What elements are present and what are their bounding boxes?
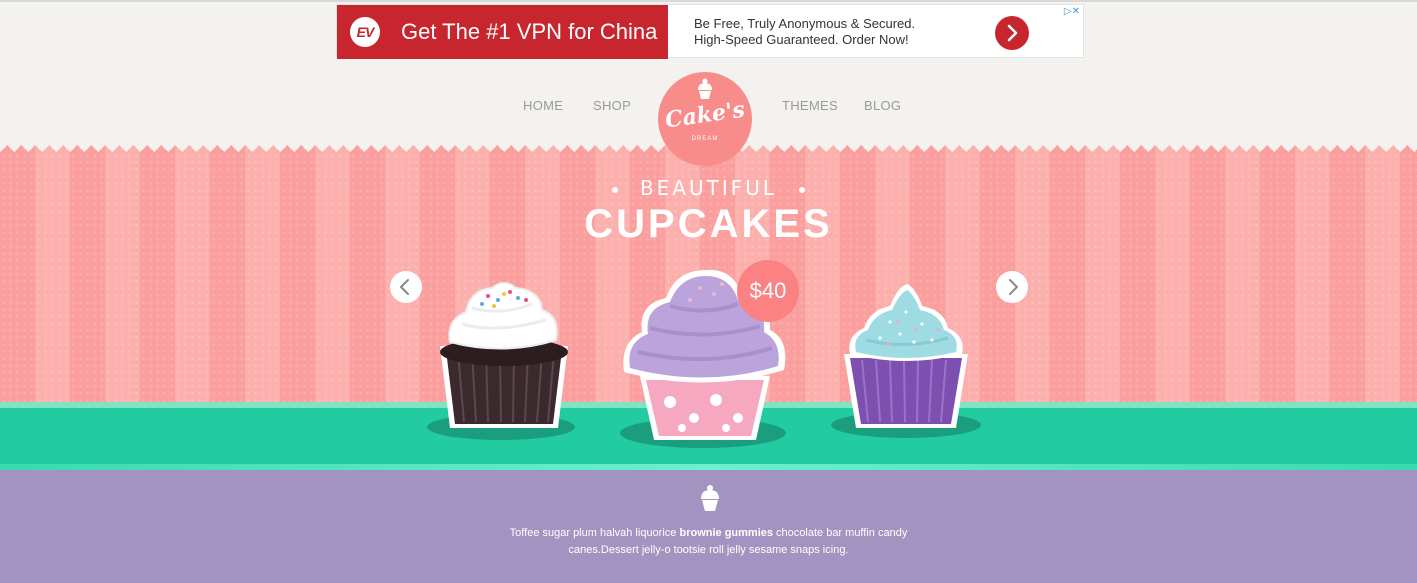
chevron-right-icon (1007, 24, 1018, 42)
chocolate-cupcake-image[interactable] (436, 280, 572, 432)
logo-tagline: DREAM (691, 136, 719, 142)
about-text-start: Toffee sugar plum halvah liquorice (509, 527, 680, 539)
ad-headline[interactable]: Get The #1 VPN for China (401, 19, 657, 45)
nav-home[interactable]: HOME (523, 98, 563, 113)
expressvpn-logo-icon: EV (350, 17, 380, 47)
logo-cupcake-icon (698, 78, 712, 99)
chevron-right-icon (1009, 279, 1018, 295)
ad-copy[interactable]: Be Free, Truly Anonymous & Secured. High… (694, 16, 915, 48)
about-text: Toffee sugar plum halvah liquorice brown… (490, 525, 927, 559)
page-top-border (0, 0, 1417, 2)
hero-title: CUPCAKES (584, 202, 833, 246)
nav-blog[interactable]: BLOG (864, 98, 901, 113)
ad-copy-line-1: Be Free, Truly Anonymous & Secured. (694, 16, 916, 31)
slider-next-button[interactable] (996, 271, 1028, 303)
chevron-left-icon (400, 279, 409, 295)
hero-subtitle: BEAUTIFUL (0, 176, 1417, 200)
price-badge: $40 (737, 260, 799, 322)
about-text-highlight: brownie gummies (679, 527, 773, 539)
ad-banner[interactable]: EV Get The #1 VPN for China Be Free, Tru… (336, 4, 1084, 59)
mint-cupcake-image[interactable] (840, 282, 972, 432)
about-section: Toffee sugar plum halvah liquorice brown… (0, 470, 1417, 583)
logo-wordmark: Cake's (663, 96, 747, 134)
slider-prev-button[interactable] (390, 271, 422, 303)
ad-choices-icon[interactable]: ▷✕ (1064, 6, 1080, 17)
subtitle-dot-right (799, 186, 806, 193)
subtitle-dot-left (611, 186, 618, 193)
nav-shop[interactable]: SHOP (593, 98, 631, 113)
ad-go-button[interactable] (995, 16, 1029, 50)
nav-themes[interactable]: THEMES (782, 98, 838, 113)
ad-brand-panel[interactable]: EV Get The #1 VPN for China (337, 5, 668, 59)
site-logo[interactable]: Cake's DREAM (658, 72, 752, 166)
cupcake-icon (701, 485, 719, 511)
ad-copy-line-2: High-Speed Guaranteed. Order Now! (694, 32, 909, 47)
hero-subtitle-text: BEAUTIFUL (639, 176, 778, 200)
